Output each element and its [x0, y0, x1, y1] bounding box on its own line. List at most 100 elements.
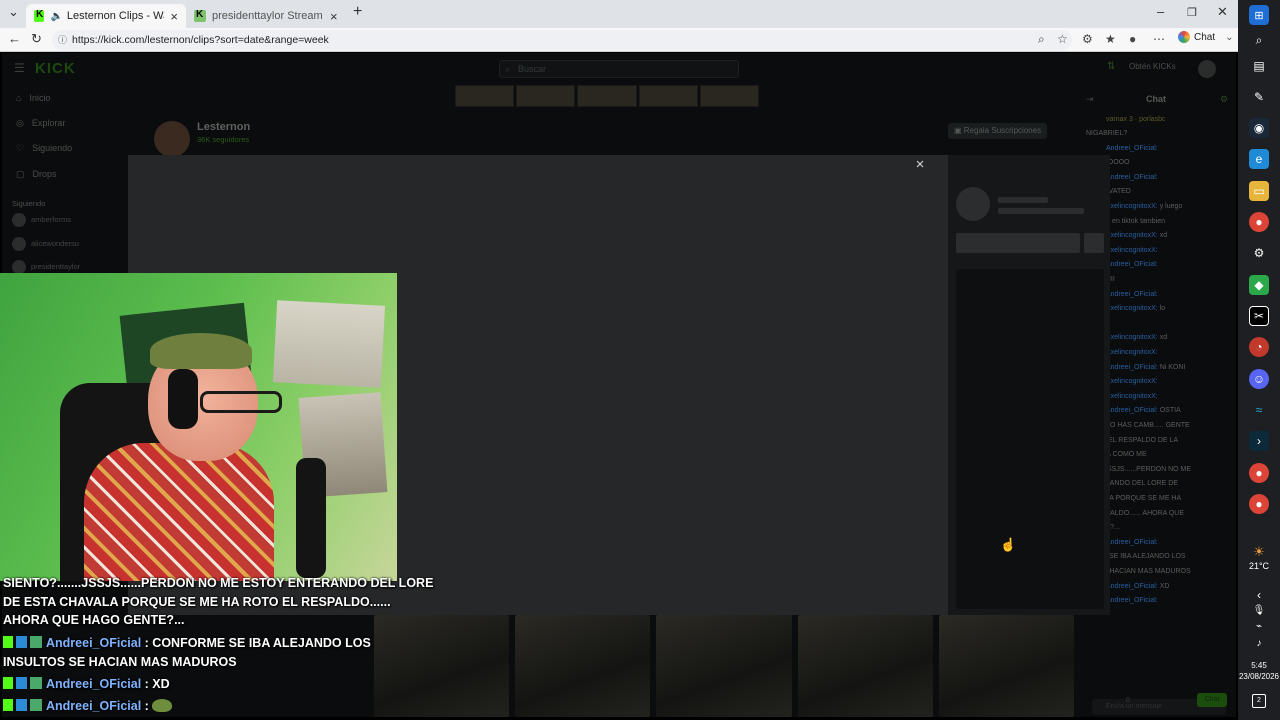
overlay-chat-message-continued: INSULTOS SE HACIAN MAS MADUROS — [3, 655, 237, 669]
clip-thumbnail[interactable] — [797, 615, 933, 717]
volume-icon[interactable]: ♪ — [1249, 633, 1269, 653]
thumbnail[interactable] — [699, 85, 760, 107]
windows-start-icon[interactable]: ⊞ — [1249, 5, 1269, 25]
streams-icon[interactable]: ⇅ — [1107, 61, 1115, 72]
capcut-icon[interactable]: ✂ — [1249, 306, 1269, 326]
clip-thumbnail[interactable] — [938, 615, 1075, 717]
search-icon[interactable]: ⌕ — [1249, 30, 1269, 50]
audio-playing-icon[interactable]: 🔈 — [50, 11, 62, 22]
weather-icon[interactable]: ☀ — [1249, 542, 1269, 562]
weather-temp[interactable]: 21°C — [1238, 561, 1280, 571]
chat-text: NIGABRIEL? — [1086, 130, 1128, 137]
thumbnail[interactable] — [455, 85, 515, 107]
more-menu-icon[interactable]: ⋯ — [1153, 32, 1165, 46]
file-explorer-icon[interactable]: ▭ — [1249, 181, 1269, 201]
notification-badge[interactable]: 2 — [1252, 694, 1266, 708]
chat-settings-icon[interactable]: ⚙ — [1220, 94, 1228, 105]
chat-count: 0 — [1126, 697, 1130, 704]
clip-thumbnail[interactable] — [656, 615, 792, 717]
chat-username[interactable]: Andreei_OFicial: — [1106, 597, 1158, 604]
app-icon[interactable]: ◆ — [1249, 275, 1269, 295]
chat-send-label: Chat — [1204, 696, 1220, 703]
chat-username[interactable]: Andreei_OFicial: — [1106, 261, 1158, 268]
minimize-icon[interactable]: – — [1157, 4, 1164, 19]
profile-icon[interactable]: ● — [1129, 32, 1136, 46]
following-item[interactable]: alicewondersu — [12, 237, 79, 251]
thumbnail[interactable] — [638, 85, 698, 107]
thumbnail[interactable] — [577, 85, 637, 107]
steam-icon[interactable]: ◉ — [1249, 118, 1269, 138]
chat-username[interactable]: XxelincognitoxX: — [1106, 305, 1158, 312]
chat-username[interactable]: XxelincognitoxX: — [1106, 247, 1158, 254]
chat-text: XD — [1159, 582, 1170, 590]
refresh-icon[interactable]: ↻ — [31, 31, 42, 47]
chrome-icon[interactable]: ● — [1249, 494, 1269, 514]
chrome-icon[interactable]: ● — [1249, 212, 1269, 232]
sidebar-item-drops[interactable]: ▢ Drops — [16, 169, 57, 180]
chat-username[interactable]: Andreei_OFicial: — [1106, 583, 1158, 590]
following-item[interactable]: presidenttaylor — [12, 260, 80, 274]
menu-icon[interactable]: ☰ — [14, 61, 25, 75]
headset — [168, 369, 198, 429]
discord-icon[interactable]: ☺ — [1249, 369, 1269, 389]
sidebar-item-inicio[interactable]: ⌂ Inicio — [16, 93, 50, 103]
chat-username[interactable]: Andreei_OFicial: — [1106, 291, 1158, 298]
chat-username[interactable]: XxelincognitoxX: — [1106, 232, 1158, 239]
thumbnail[interactable] — [516, 85, 576, 107]
chat-send-button[interactable]: Chat — [1197, 693, 1227, 707]
close-tab-icon[interactable]: × — [170, 9, 178, 24]
search-input[interactable]: ⌕ Buscar — [499, 60, 739, 78]
clip-thumbnail[interactable] — [515, 615, 651, 717]
clip-thumbnail[interactable] — [374, 615, 510, 717]
chrome-icon[interactable]: ● — [1249, 463, 1269, 483]
following-item[interactable]: amberforms — [12, 213, 71, 227]
url-field[interactable]: ⓘ https://kick.com/lesternon/clips?sort=… — [52, 30, 1072, 50]
close-window-icon[interactable]: ✕ — [1217, 4, 1228, 20]
chat-username[interactable]: Andreei_OFicial: — [1106, 174, 1158, 181]
sidebar-item-siguiendo[interactable]: ♡ Siguiendo — [16, 143, 72, 154]
chat-username[interactable]: XxelincognitoxX: — [1106, 349, 1158, 356]
chat-username[interactable]: XxelincognitoxX: — [1106, 393, 1158, 400]
app-icon[interactable]: ≈ — [1249, 400, 1269, 420]
chat-username[interactable]: Andreei_OFicial: — [1106, 539, 1158, 546]
taskbar-clock[interactable]: 5:45 23/08/2026 — [1238, 660, 1280, 682]
zoom-icon[interactable]: ⌕ — [1038, 32, 1045, 47]
user-avatar[interactable] — [1198, 60, 1216, 78]
favorites-icon[interactable]: ★ — [1105, 32, 1116, 46]
favorite-star-icon[interactable]: ☆ — [1057, 32, 1068, 46]
edge-icon[interactable]: e — [1249, 149, 1269, 169]
channel-avatar[interactable] — [154, 121, 190, 157]
gift-icon: ▢ — [16, 169, 25, 179]
maximize-icon[interactable]: ❐ — [1187, 6, 1197, 19]
copilot-chat-button[interactable]: Chat ⌄ — [1178, 31, 1234, 43]
glasses — [200, 391, 282, 413]
extensions-icon[interactable]: ⚙ — [1082, 32, 1093, 46]
tab-lesternon-clips[interactable]: 🔈 Lesternon Clips - Watch Live & × — [26, 4, 186, 28]
collapse-chat-icon[interactable]: ⇥ — [1086, 94, 1094, 105]
task-view-icon[interactable]: ▤ — [1249, 56, 1269, 76]
chat-message: Andreei_OFicial: Ni KONI — [1106, 363, 1236, 372]
gift-subscriptions-button[interactable]: ▣ Regala Suscripciones — [948, 123, 1048, 139]
record-app-icon[interactable]: ◔ — [1249, 337, 1269, 357]
new-tab-icon[interactable]: + — [353, 3, 362, 21]
chat-username[interactable]: Andreei_OFicial: — [1106, 364, 1158, 371]
chat-username[interactable]: Andreei_OFicial: — [1106, 407, 1158, 414]
sidebar-item-explorar[interactable]: ◎ Explorar — [16, 118, 65, 129]
terminal-icon[interactable]: › — [1249, 431, 1269, 451]
settings-icon[interactable]: ⚙ — [1249, 243, 1269, 263]
tab-presidenttaylor[interactable]: presidenttaylor Stream - Watch Li × — [186, 4, 346, 28]
chat-username[interactable]: XxelincognitoxX: — [1106, 334, 1158, 341]
chat-username[interactable]: XxelincognitoxX: — [1106, 203, 1158, 210]
kick-logo[interactable]: KICK — [35, 60, 76, 77]
caption-line: AHORA QUE HAGO GENTE?... — [3, 613, 185, 627]
close-tab-icon[interactable]: × — [330, 9, 338, 24]
chat-username[interactable]: XxelincognitoxX: — [1106, 378, 1158, 385]
get-kicks-button[interactable]: Obtén KICKs — [1129, 62, 1176, 71]
tab-list-chevron-icon[interactable]: ⌄ — [8, 4, 19, 20]
chat-text: INSULTOS SE HACIAN MAS MADUROS — [3, 655, 237, 669]
site-info-icon[interactable]: ⓘ — [58, 30, 67, 50]
modal-close-icon[interactable]: × — [912, 157, 928, 173]
chat-username[interactable]: Andreei_OFicial: — [1106, 145, 1158, 152]
pen-icon[interactable]: ✎ — [1249, 87, 1269, 107]
back-icon[interactable]: ← — [8, 31, 21, 46]
